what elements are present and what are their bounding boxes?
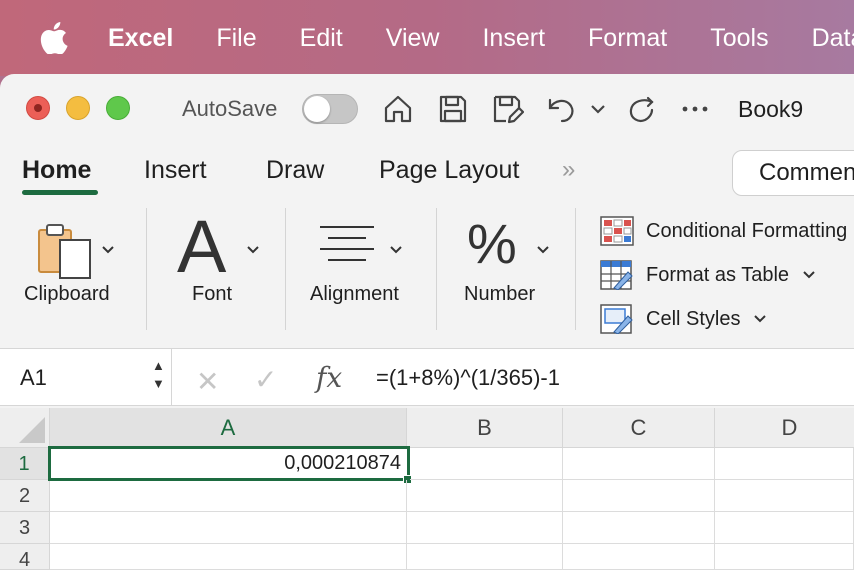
row-header-4[interactable]: 4 xyxy=(0,544,50,570)
format-as-table-button[interactable]: Format as Table xyxy=(600,260,815,290)
redo-icon[interactable] xyxy=(624,92,658,126)
save-icon[interactable] xyxy=(436,92,470,126)
cell-styles-button[interactable]: Cell Styles xyxy=(600,304,767,334)
menu-edit[interactable]: Edit xyxy=(300,24,343,53)
cell-b2[interactable] xyxy=(407,480,563,512)
menu-excel[interactable]: Excel xyxy=(108,24,173,53)
tab-draw[interactable]: Draw xyxy=(266,156,324,185)
menu-view[interactable]: View xyxy=(386,24,440,53)
clipboard-group[interactable]: Clipboard xyxy=(0,208,146,338)
font-icon: A xyxy=(177,205,227,288)
column-header-b[interactable]: B xyxy=(407,408,563,448)
menu-tools[interactable]: Tools xyxy=(710,24,768,53)
format-as-table-label: Format as Table xyxy=(646,263,790,286)
save-as-icon[interactable] xyxy=(490,92,525,126)
name-box-value: A1 xyxy=(20,365,47,390)
apple-logo-icon[interactable] xyxy=(40,21,68,55)
alignment-label: Alignment xyxy=(310,283,399,305)
menu-bar: Excel File Edit View Insert Format Tools… xyxy=(0,0,854,76)
cell-b3[interactable] xyxy=(407,512,563,544)
font-chevron-down-icon[interactable] xyxy=(247,242,259,254)
enter-formula-icon[interactable]: ✓ xyxy=(254,363,277,396)
tab-home[interactable]: Home xyxy=(22,156,91,185)
column-header-a[interactable]: A xyxy=(50,408,407,448)
cell-d2[interactable] xyxy=(715,480,854,512)
alignment-icon xyxy=(318,224,376,273)
clipboard-label: Clipboard xyxy=(24,283,110,305)
insert-function-icon[interactable]: fx xyxy=(316,361,342,394)
toggle-knob xyxy=(304,96,330,122)
cell-d3[interactable] xyxy=(715,512,854,544)
menu-insert[interactable]: Insert xyxy=(482,24,545,53)
clipboard-icon xyxy=(36,222,96,287)
column-header-d[interactable]: D xyxy=(715,408,854,448)
title-bar: AutoSave Book9 xyxy=(0,74,854,142)
number-group[interactable]: % Number xyxy=(437,208,575,338)
autosave-toggle[interactable] xyxy=(302,94,358,124)
tab-page-layout[interactable]: Page Layout xyxy=(379,156,519,185)
clipboard-chevron-down-icon[interactable] xyxy=(102,242,114,254)
number-label: Number xyxy=(464,283,536,305)
ribbon-home: Clipboard A Font Alignment % Number Cond… xyxy=(0,198,854,348)
active-tab-indicator xyxy=(22,190,98,195)
formula-input[interactable]: =(1+8%)^(1/365)-1 xyxy=(376,365,560,391)
formula-bar: A1 ▲ ▼ ✕ ✓ fx =(1+8%)^(1/365)-1 xyxy=(0,348,854,406)
close-window-button[interactable] xyxy=(26,96,50,120)
cell-b1[interactable] xyxy=(410,448,563,480)
percent-icon: % xyxy=(467,212,517,275)
alignment-group[interactable]: Alignment xyxy=(286,208,436,338)
cell-a1[interactable]: 0,000210874 xyxy=(48,446,410,481)
document-title: Book9 xyxy=(738,96,804,122)
menu-data[interactable]: Data xyxy=(812,24,854,53)
row-header-2[interactable]: 2 xyxy=(0,480,50,512)
undo-dropdown-chevron-icon[interactable] xyxy=(588,92,608,126)
cell-styles-chevron-down-icon[interactable] xyxy=(754,311,767,327)
alignment-chevron-down-icon[interactable] xyxy=(390,242,402,254)
autosave-label: AutoSave xyxy=(182,96,278,121)
cell-c4[interactable] xyxy=(563,544,715,570)
cell-c1[interactable] xyxy=(563,448,715,480)
cell-a2[interactable] xyxy=(50,480,407,512)
cell-styles-icon xyxy=(600,304,633,334)
more-tabs-chevron-icon[interactable]: » xyxy=(562,156,576,184)
cell-a3[interactable] xyxy=(50,512,407,544)
font-group[interactable]: A Font xyxy=(147,208,285,338)
conditional-formatting-label: Conditional Formatting xyxy=(646,219,848,242)
cell-d1[interactable] xyxy=(715,448,854,480)
format-as-table-icon xyxy=(600,260,633,290)
cancel-formula-icon[interactable]: ✕ xyxy=(196,365,219,398)
row-header-1[interactable]: 1 xyxy=(0,448,50,480)
cell-c3[interactable] xyxy=(563,512,715,544)
worksheet-grid: A B C D 1 2 3 4 0,000210874 xyxy=(0,408,854,570)
comments-label: Comments xyxy=(759,159,854,186)
ribbon-separator xyxy=(575,208,576,330)
format-as-table-chevron-down-icon[interactable] xyxy=(803,267,815,283)
number-chevron-down-icon[interactable] xyxy=(537,242,549,254)
menu-format[interactable]: Format xyxy=(588,24,667,53)
cell-styles-label: Cell Styles xyxy=(646,307,741,330)
more-options-icon[interactable] xyxy=(678,92,712,126)
font-label: Font xyxy=(192,283,233,305)
cell-b4[interactable] xyxy=(407,544,563,570)
cell-d4[interactable] xyxy=(715,544,854,570)
comments-button[interactable]: Comments xyxy=(732,150,854,196)
menu-file[interactable]: File xyxy=(216,24,256,53)
tab-insert[interactable]: Insert xyxy=(144,156,207,185)
cell-c2[interactable] xyxy=(563,480,715,512)
name-box[interactable]: A1 ▲ ▼ xyxy=(0,349,172,406)
conditional-formatting-button[interactable]: Conditional Formatting xyxy=(600,216,847,246)
zoom-window-button[interactable] xyxy=(106,96,130,120)
cell-a4[interactable] xyxy=(50,544,407,570)
ribbon-tabs: Home Insert Draw Page Layout » xyxy=(0,142,854,198)
column-header-c[interactable]: C xyxy=(563,408,715,448)
undo-icon[interactable] xyxy=(544,92,578,126)
select-all-button[interactable] xyxy=(0,408,50,448)
name-box-stepper-icon[interactable]: ▲ ▼ xyxy=(152,357,165,393)
home-icon[interactable] xyxy=(381,92,415,126)
excel-window: AutoSave Book9 Home Insert Draw Page Lay xyxy=(0,74,854,570)
row-header-3[interactable]: 3 xyxy=(0,512,50,544)
minimize-window-button[interactable] xyxy=(66,96,90,120)
conditional-formatting-icon xyxy=(600,216,634,246)
